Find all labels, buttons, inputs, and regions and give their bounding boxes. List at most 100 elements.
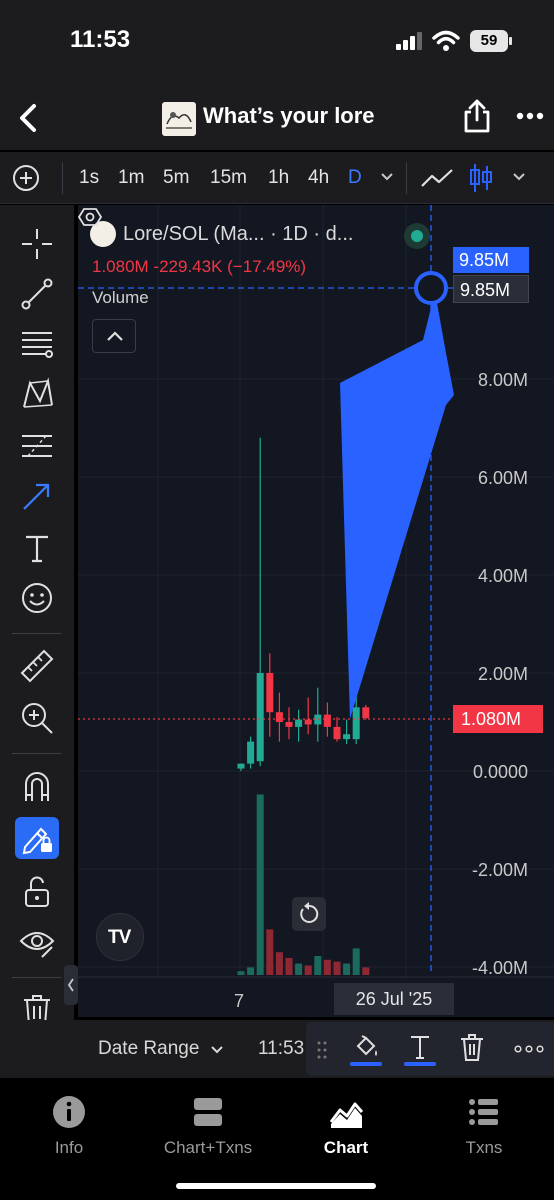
candle-body: [343, 734, 351, 740]
page-title: What’s your lore: [203, 103, 375, 128]
candles-icon[interactable]: [468, 162, 494, 194]
arrow-anchor-handle[interactable]: [414, 271, 448, 305]
more-options-icon[interactable]: [514, 1045, 544, 1053]
toolbar-divider: [62, 162, 63, 194]
candle-body: [237, 763, 245, 769]
visibility-icon[interactable]: [18, 923, 56, 961]
info-icon: [51, 1094, 87, 1130]
back-icon[interactable]: [14, 100, 44, 136]
ruler-icon[interactable]: [18, 647, 56, 685]
drawn-arrow[interactable]: [340, 292, 454, 719]
volume-bar: [314, 956, 322, 975]
market-status-icon: [404, 223, 430, 249]
price-tick: 4.00M: [477, 566, 528, 586]
volume-bar: [304, 965, 312, 975]
tradingview-logo[interactable]: TV: [96, 913, 144, 961]
crosshair-icon[interactable]: [18, 225, 56, 263]
battery-tip: [509, 37, 512, 45]
candle-body: [266, 673, 274, 713]
drawing-price-label: 9.85M: [453, 275, 529, 303]
candle-body: [247, 741, 255, 764]
arrow-tool-icon[interactable]: [18, 477, 56, 515]
chart-type-chevron-icon[interactable]: [512, 172, 526, 182]
candle-body: [314, 714, 322, 725]
status-time: 11:53: [70, 26, 131, 53]
text-tool-icon[interactable]: [18, 529, 56, 567]
volume-bar: [362, 967, 370, 975]
trend-line-icon[interactable]: [18, 275, 56, 313]
volume-bar: [343, 963, 351, 975]
token-logo: [162, 102, 196, 136]
volume-bar: [285, 957, 293, 975]
bottom-time: 11:53: [258, 1038, 305, 1059]
candle-body: [362, 707, 370, 719]
collapse-legend-button[interactable]: [92, 319, 136, 353]
candle-body: [295, 719, 303, 727]
battery-indicator: 59: [470, 30, 508, 52]
chart-legend-values: 1.080M -229.43K (−17.49%): [92, 257, 307, 276]
zoom-in-icon[interactable]: [18, 699, 56, 737]
home-indicator: [176, 1183, 376, 1189]
timeframe-chevron-icon[interactable]: [380, 172, 394, 182]
candle-body: [256, 673, 264, 762]
chart-toolbar: 1s 1m 5m 15m 1h 4h D: [0, 152, 554, 204]
timeframe-5m[interactable]: 5m: [163, 167, 189, 189]
price-tick: 6.00M: [477, 468, 528, 488]
timeframe-1s[interactable]: 1s: [79, 167, 99, 189]
fill-color-icon[interactable]: [352, 1032, 380, 1062]
volume-label: Volume: [92, 288, 149, 307]
magnet-icon[interactable]: [18, 767, 56, 805]
unlock-icon[interactable]: [18, 873, 56, 911]
line-chart-icon[interactable]: [420, 166, 454, 190]
sidebar-collapse-handle[interactable]: [64, 965, 78, 1005]
lock-drawing-button[interactable]: [15, 817, 59, 859]
tool-divider: [12, 633, 62, 634]
price-tick: -4.00M: [471, 958, 528, 978]
pattern-icon[interactable]: [18, 375, 56, 413]
date-range-selector[interactable]: Date Range: [98, 1038, 199, 1060]
add-indicator-icon[interactable]: [12, 164, 40, 192]
price-tick: 8.00M: [477, 370, 528, 390]
tool-divider: [12, 977, 62, 978]
drag-handle-icon[interactable]: [316, 1040, 328, 1060]
tool-divider: [12, 753, 62, 754]
chart-icon: [328, 1094, 364, 1130]
last-price-label: 1.080M: [453, 705, 543, 733]
tab-txns[interactable]: Txns: [429, 1094, 539, 1158]
signal-icon: [396, 32, 422, 50]
crosshair-price-label: 9.85M: [453, 247, 529, 273]
prediction-icon[interactable]: [18, 427, 56, 465]
timeframe-1h[interactable]: 1h: [268, 167, 289, 189]
share-icon[interactable]: [462, 98, 492, 134]
chevron-down-icon[interactable]: [210, 1045, 224, 1054]
timeframe-d[interactable]: D: [348, 167, 362, 189]
delete-drawing-icon[interactable]: [458, 1032, 486, 1062]
tab-info[interactable]: Info: [14, 1094, 124, 1158]
volume-bar: [352, 948, 360, 975]
chart-settings-icon[interactable]: [78, 205, 102, 229]
text-color-icon[interactable]: [406, 1032, 434, 1062]
timeframe-1m[interactable]: 1m: [118, 167, 144, 189]
pencil-lock-icon: [22, 827, 52, 855]
fib-retracement-icon[interactable]: [18, 325, 56, 363]
price-chart[interactable]: Lore/SOL (Ma... · 1D · d... 1.080M -229.…: [78, 205, 554, 1017]
candle-body: [285, 722, 293, 727]
emoji-icon[interactable]: [18, 579, 56, 617]
drawing-tools-sidebar: [0, 205, 78, 1075]
candle-body: [352, 707, 360, 740]
tab-label: Txns: [465, 1138, 503, 1157]
chart-canvas[interactable]: [78, 205, 554, 1017]
timeframe-15m[interactable]: 15m: [210, 167, 247, 189]
tab-chart[interactable]: Chart: [291, 1094, 401, 1158]
reset-chart-button[interactable]: [292, 897, 326, 931]
volume-bar: [247, 967, 255, 975]
price-tick: -2.00M: [471, 860, 528, 880]
tab-label: Chart: [323, 1138, 369, 1157]
crosshair-date-label: 26 Jul '25: [334, 983, 454, 1015]
timeframe-4h[interactable]: 4h: [308, 167, 329, 189]
price-tick: 0.0000: [472, 762, 528, 782]
more-icon[interactable]: [516, 112, 544, 120]
tab-chart-txns[interactable]: Chart+Txns: [153, 1094, 263, 1158]
chart-legend-title[interactable]: Lore/SOL (Ma... · 1D · d...: [123, 223, 353, 246]
price-tick: 2.00M: [477, 664, 528, 684]
